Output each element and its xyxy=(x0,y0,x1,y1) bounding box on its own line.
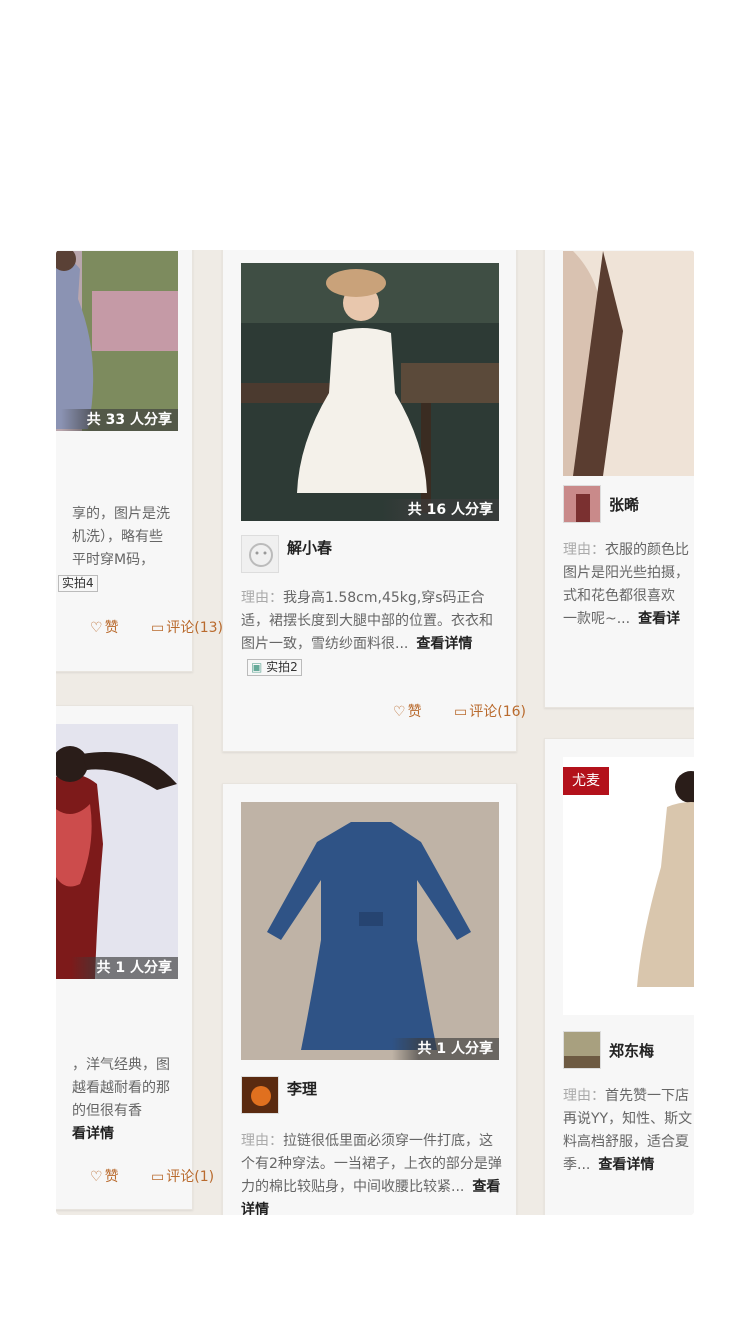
product-photo[interactable] xyxy=(563,251,694,476)
product-photo[interactable]: 共 33 人分享 xyxy=(56,251,178,431)
feed-card[interactable]: 共 33 人分享 享的，图片是洗 机洗），略有些 平时穿M码， 实拍4 ♡ 赞 ▭… xyxy=(56,250,223,672)
feed-card[interactable]: 尤麦 郑东梅 理由：首先赞一下店 再说YY，知性、斯文 料高档舒服，适合夏 季.… xyxy=(544,738,694,1215)
feed-card[interactable]: 张晞 理由：衣服的颜色比 图片是阳光些拍摄， 式和花色都很喜欢 一款呢~... 查… xyxy=(544,250,694,708)
share-count: 共 33 人分享 xyxy=(60,409,178,431)
view-detail-link[interactable]: 查看详情 xyxy=(416,636,472,652)
user-name[interactable]: 郑东梅 xyxy=(609,1040,654,1061)
card-actions: ♡ 赞 ▭ 评论(16) xyxy=(365,701,526,721)
product-photo[interactable]: 尤麦 xyxy=(563,757,694,1015)
feed-card[interactable]: 共 16 人分享 解小春 理由：我身高1.58cm,45kg,穿s码正合适，裙摆… xyxy=(222,250,526,752)
dress-photo xyxy=(563,251,694,476)
comment-icon: ▭ xyxy=(151,620,165,636)
like-button[interactable]: ♡ 赞 xyxy=(76,1169,119,1185)
heart-icon: ♡ xyxy=(90,620,103,636)
reason-text: 理由：衣服的颜色比 图片是阳光些拍摄， 式和花色都很喜欢 一款呢~... 查看详 xyxy=(563,542,689,627)
avatar[interactable] xyxy=(563,1031,601,1069)
avatar[interactable] xyxy=(563,485,601,523)
user-row[interactable]: 郑东梅 xyxy=(563,1031,654,1069)
card-actions: ♡ 赞 ▭ 评论(1) xyxy=(62,1166,214,1186)
image-icon: ▣ xyxy=(251,660,263,674)
dress-photo xyxy=(241,802,499,1060)
user-name[interactable]: 解小春 xyxy=(287,537,332,558)
user-row[interactable]: 李理 xyxy=(241,1076,317,1114)
like-button[interactable]: ♡ 赞 xyxy=(379,704,422,720)
dress-photo xyxy=(56,251,178,431)
user-row[interactable]: 解小春 xyxy=(241,535,332,573)
avatar[interactable] xyxy=(241,1076,279,1114)
waterfall-feed[interactable]: 共 33 人分享 享的，图片是洗 机洗），略有些 平时穿M码， 实拍4 ♡ 赞 ▭… xyxy=(56,250,694,1215)
user-row[interactable]: 张晞 xyxy=(563,485,639,523)
dress-photo xyxy=(241,263,499,521)
photo-badge[interactable]: 实拍4 xyxy=(58,575,98,592)
avatar[interactable] xyxy=(241,535,279,573)
reason-text: 理由：拉链很低里面必须穿一件打底，这个有2种穿法。一当裙子，上衣的部分是弹力的棉… xyxy=(241,1130,503,1215)
comment-button[interactable]: ▭ 评论(1) xyxy=(137,1169,214,1185)
comment-button[interactable]: ▭ 评论(16) xyxy=(440,704,526,720)
product-photo[interactable]: 共 1 人分享 xyxy=(56,724,178,979)
share-count: 共 1 人分享 xyxy=(70,957,178,979)
feed-card[interactable]: 共 1 人分享 李理 理由：拉链很低里面必须穿一件打底，这个有2种穿法。一当裙子… xyxy=(222,783,517,1215)
brand-logo: 尤麦 xyxy=(563,767,609,795)
product-photo[interactable]: 共 1 人分享 xyxy=(241,802,499,1060)
dress-photo xyxy=(563,757,694,1015)
user-name[interactable]: 李理 xyxy=(287,1078,317,1099)
share-count: 共 16 人分享 xyxy=(381,499,499,521)
user-name[interactable]: 张晞 xyxy=(609,494,639,515)
reason-text: 理由：我身高1.58cm,45kg,穿s码正合适，裙摆长度到大腿中部的位置。衣衣… xyxy=(241,590,493,676)
photo-badge[interactable]: ▣ 实拍2 xyxy=(247,659,302,676)
view-detail-link[interactable]: 查看详 xyxy=(638,611,680,627)
reason-text: 理由：首先赞一下店 再说YY，知性、斯文 料高档舒服，适合夏 季... 查看详情 xyxy=(563,1088,693,1173)
dress-photo xyxy=(56,724,178,979)
view-detail-link[interactable]: 查看详情 xyxy=(598,1157,654,1173)
comment-button[interactable]: ▭ 评论(13) xyxy=(137,620,223,636)
product-photo[interactable]: 共 16 人分享 xyxy=(241,263,499,521)
share-count: 共 1 人分享 xyxy=(391,1038,499,1060)
comment-icon: ▭ xyxy=(151,1169,165,1185)
heart-icon: ♡ xyxy=(90,1169,103,1185)
like-button[interactable]: ♡ 赞 xyxy=(76,620,119,636)
feed-card[interactable]: 共 1 人分享 ，洋气经典，图 越看越耐看的那 的但很有香 看详情 ♡ 赞 ▭ 评论… xyxy=(56,705,214,1210)
comment-icon: ▭ xyxy=(454,704,468,720)
heart-icon: ♡ xyxy=(393,704,406,720)
card-actions: ♡ 赞 ▭ 评论(13) xyxy=(62,617,223,637)
